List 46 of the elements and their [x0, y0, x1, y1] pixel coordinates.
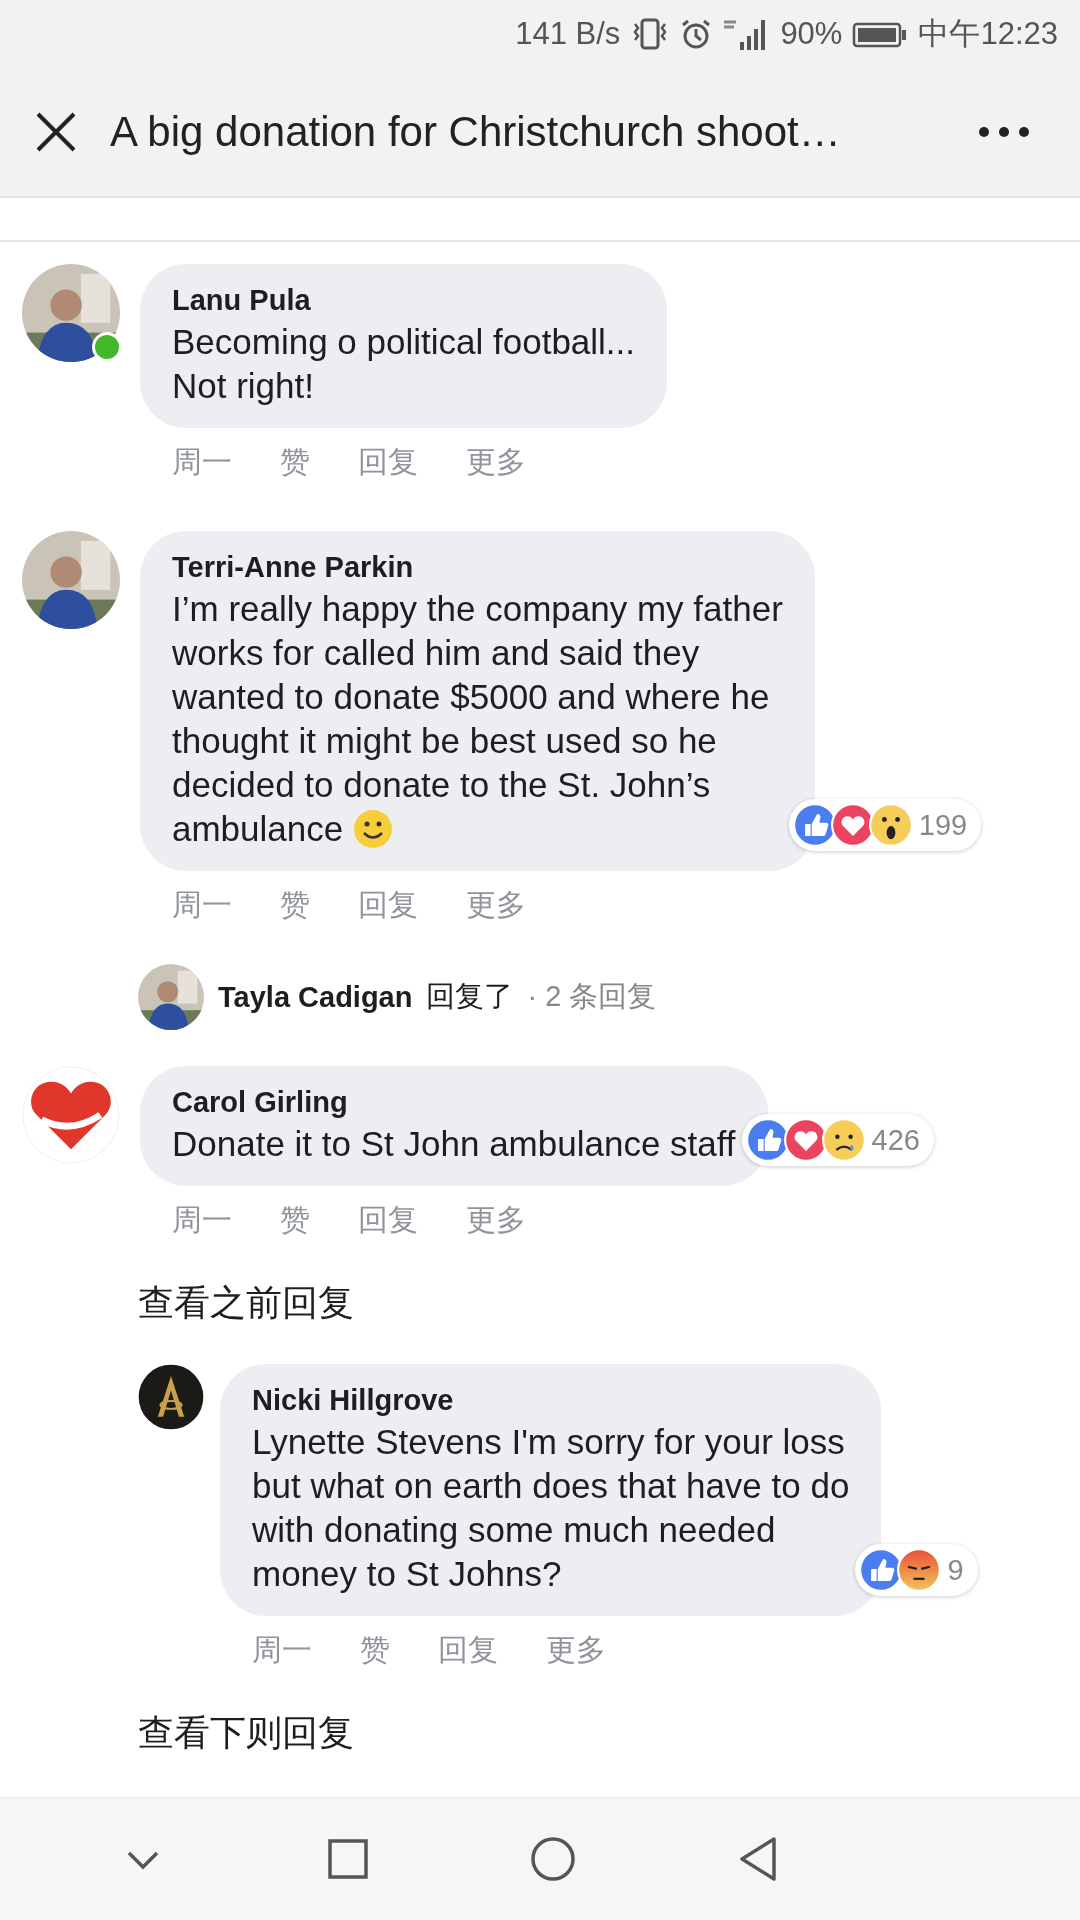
comment-action[interactable]: 赞: [280, 885, 310, 926]
reply-count[interactable]: · 2 条回复: [527, 977, 657, 1017]
commenter-name[interactable]: Lanu Pula: [172, 280, 636, 320]
comment-action[interactable]: 周一: [172, 885, 232, 926]
commenter-name[interactable]: Nicki Hillgrove: [252, 1380, 850, 1420]
comment-action[interactable]: 回复: [358, 442, 418, 483]
comment-action[interactable]: 周一: [172, 442, 232, 483]
page-title: A big donation for Christchurch shoot…: [110, 108, 842, 156]
view-replies-link[interactable]: 查看下则回复: [138, 1712, 354, 1753]
reaction-summary[interactable]: 199: [788, 799, 982, 851]
comment-text: Lynette Stevens I'm sorry for your loss but what on earth does that have to do with donating some much needed money to St Johns?: [252, 1421, 850, 1595]
alarm-icon: [680, 18, 713, 50]
view-replies-link[interactable]: 查看之前回复: [138, 1282, 354, 1323]
clock: 中午12:23: [918, 15, 1058, 53]
comment-action[interactable]: 回复: [438, 1630, 498, 1671]
comment-action[interactable]: 更多: [466, 442, 526, 483]
comment-text: Donate it to St John ambulance staff: [172, 1123, 736, 1165]
comment-action[interactable]: 更多: [466, 885, 526, 926]
heart-logo-icon: [22, 1066, 120, 1164]
comment-text: I’m really happy the company my father works for called him and said they wanted to donate $5000 and where he thought it might be best used so he decided to donate to the St. John’s ambulance: [172, 588, 783, 851]
commenter-name[interactable]: Terri-Anne Parkin: [172, 547, 783, 587]
network-speed: 141 B/s: [515, 16, 621, 52]
sad-icon: [821, 1118, 866, 1162]
close-icon[interactable]: [34, 110, 78, 154]
comment-action[interactable]: 更多: [466, 1200, 526, 1241]
comment-action[interactable]: 赞: [280, 442, 310, 483]
wow-icon: [868, 803, 913, 847]
comment-action[interactable]: 赞: [360, 1630, 390, 1671]
comment-action[interactable]: 回复: [358, 1200, 418, 1241]
reaction-summary[interactable]: 426: [741, 1114, 934, 1166]
more-icon[interactable]: [978, 126, 1030, 138]
replier-name[interactable]: Tayla Cadigan: [218, 980, 413, 1014]
replied-label: 回复了: [426, 979, 514, 1014]
emblem-icon: [138, 1364, 204, 1430]
comment-action[interactable]: 赞: [280, 1200, 310, 1241]
comment-action[interactable]: 更多: [546, 1630, 606, 1671]
comment-action[interactable]: 周一: [252, 1630, 312, 1671]
battery-percent: 90%: [780, 16, 843, 52]
home-icon[interactable]: [528, 1835, 577, 1883]
reaction-summary[interactable]: 9: [855, 1544, 978, 1596]
comment-action[interactable]: 回复: [358, 885, 418, 926]
comment-text: Becoming o political football... Not right!: [172, 321, 636, 407]
smiley-icon: [353, 809, 394, 849]
angry-icon: [897, 1548, 942, 1592]
comment-action[interactable]: 周一: [172, 1200, 232, 1241]
commenter-name[interactable]: Carol Girling: [172, 1082, 736, 1122]
